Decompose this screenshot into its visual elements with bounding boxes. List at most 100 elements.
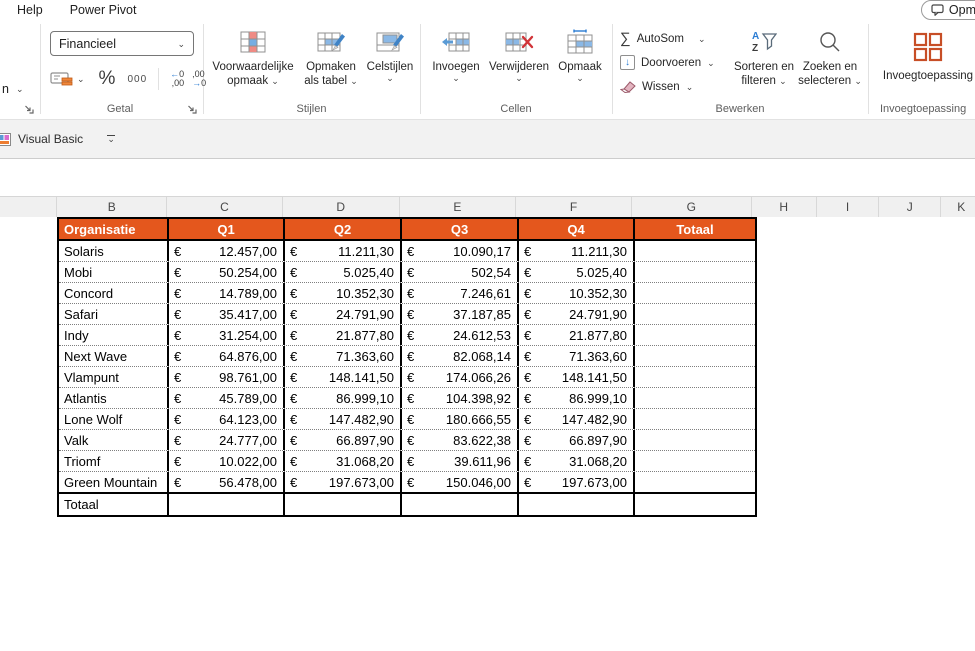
column-header-K[interactable]: K [941,197,975,217]
visual-basic-button[interactable]: Visual Basic [18,132,83,146]
cell-totaal[interactable] [635,388,755,408]
table-header-q2[interactable]: Q2 [285,219,402,239]
footer-cell[interactable] [285,494,402,515]
cell-q4[interactable]: €66.897,90 [519,430,635,450]
cell-q3[interactable]: €502,54 [402,262,519,282]
table-header-q4[interactable]: Q4 [519,219,635,239]
cell-q3[interactable]: €7.246,61 [402,283,519,303]
cell-totaal[interactable] [635,451,755,471]
getal-dialog-launcher-icon[interactable] [187,104,197,114]
cell-q1[interactable]: €45.789,00 [169,388,285,408]
cell-q3[interactable]: €39.611,96 [402,451,519,471]
cell-organisatie[interactable]: Indy [59,325,169,345]
cell-q4[interactable]: €147.482,90 [519,409,635,429]
cell-q1[interactable]: €31.254,00 [169,325,285,345]
cell-q2[interactable]: €11.211,30 [285,241,402,261]
find-select-button[interactable]: Zoeken en selecteren ⌄ [796,27,864,88]
increase-decimal-button[interactable]: ←0 ,00 [170,70,184,88]
cell-organisatie[interactable]: Concord [59,283,169,303]
footer-cell[interactable] [402,494,519,515]
column-header-G[interactable]: G [632,197,752,217]
footer-cell[interactable] [519,494,635,515]
cell-q1[interactable]: €98.761,00 [169,367,285,387]
delete-cells-button[interactable]: Verwijderen ⌄ [488,27,550,82]
cell-organisatie[interactable]: Green Mountain [59,472,169,492]
column-header-H[interactable]: H [752,197,817,217]
footer-cell[interactable] [635,494,755,515]
cell-q2[interactable]: €31.068,20 [285,451,402,471]
comments-button[interactable]: Opm [921,0,975,20]
cell-q4[interactable]: €71.363,60 [519,346,635,366]
cell-q3[interactable]: €83.622,38 [402,430,519,450]
sort-filter-button[interactable]: A Z Sorteren en filteren ⌄ [733,27,795,88]
number-format-dropdown[interactable]: Financieel ⌄ [50,31,194,56]
cell-totaal[interactable] [635,325,755,345]
cell-q1[interactable]: €50.254,00 [169,262,285,282]
cell-organisatie[interactable]: Solaris [59,241,169,261]
cell-organisatie[interactable]: Safari [59,304,169,324]
cell-totaal[interactable] [635,430,755,450]
cell-q2[interactable]: €71.363,60 [285,346,402,366]
table-header-q1[interactable]: Q1 [169,219,285,239]
cell-organisatie[interactable]: Vlampunt [59,367,169,387]
cell-q2[interactable]: €66.897,90 [285,430,402,450]
cell-q1[interactable]: €35.417,00 [169,304,285,324]
cell-q3[interactable]: €37.187,85 [402,304,519,324]
cell-q4[interactable]: €31.068,20 [519,451,635,471]
cell-q3[interactable]: €180.666,55 [402,409,519,429]
cell-q2[interactable]: €86.999,10 [285,388,402,408]
menu-tab-power-pivot[interactable]: Power Pivot [70,3,137,17]
cell-q3[interactable]: €10.090,17 [402,241,519,261]
table-header-totaal[interactable]: Totaal [635,219,755,239]
cell-q4[interactable]: €24.791,90 [519,304,635,324]
table-header-q3[interactable]: Q3 [402,219,519,239]
fill-button[interactable]: ↓ Doorvoeren ⌄ [620,55,715,70]
cell-q2[interactable]: €197.673,00 [285,472,402,492]
column-header-F[interactable]: F [516,197,632,217]
cell-organisatie[interactable]: Lone Wolf [59,409,169,429]
cell-organisatie[interactable]: Next Wave [59,346,169,366]
alignment-dialog-launcher-icon[interactable] [24,104,34,114]
cell-q2[interactable]: €5.025,40 [285,262,402,282]
cell-q1[interactable]: €64.876,00 [169,346,285,366]
column-header-D[interactable]: D [283,197,400,217]
cell-q1[interactable]: €10.022,00 [169,451,285,471]
clear-button[interactable]: Wissen ⌄ [620,80,693,93]
cell-organisatie[interactable]: Valk [59,430,169,450]
merge-control-truncated[interactable]: n ⌄ [2,82,24,96]
accounting-format-button[interactable]: ⌄ [50,70,85,88]
column-header-E[interactable]: E [400,197,517,217]
insert-cells-button[interactable]: Invoegen ⌄ [426,27,486,82]
format-as-table-button[interactable]: Opmaken als tabel ⌄ [300,27,362,88]
cell-totaal[interactable] [635,241,755,261]
cell-q1[interactable]: €14.789,00 [169,283,285,303]
cell-organisatie[interactable]: Atlantis [59,388,169,408]
cell-totaal[interactable] [635,262,755,282]
column-header-J[interactable]: J [879,197,941,217]
cell-q2[interactable]: €24.791,90 [285,304,402,324]
cell-totaal[interactable] [635,472,755,492]
header-corner-cell[interactable] [0,197,57,217]
cell-q1[interactable]: €56.478,00 [169,472,285,492]
cell-q2[interactable]: €147.482,90 [285,409,402,429]
cell-q2[interactable]: €21.877,80 [285,325,402,345]
menu-tab-help[interactable]: Help [17,3,43,17]
cell-q4[interactable]: €86.999,10 [519,388,635,408]
format-cells-button[interactable]: Opmaak ⌄ [552,27,608,82]
cell-q4[interactable]: €5.025,40 [519,262,635,282]
cell-q3[interactable]: €24.612,53 [402,325,519,345]
cell-q4[interactable]: €11.211,30 [519,241,635,261]
column-header-B[interactable]: B [57,197,167,217]
cell-q1[interactable]: €24.777,00 [169,430,285,450]
cell-organisatie[interactable]: Triomf [59,451,169,471]
cell-totaal[interactable] [635,409,755,429]
comma-style-button[interactable]: 000 [127,74,147,85]
cell-q4[interactable]: €197.673,00 [519,472,635,492]
toolbar-collapse-icon[interactable]: ⌄ [107,135,115,143]
cell-totaal[interactable] [635,346,755,366]
cell-q3[interactable]: €150.046,00 [402,472,519,492]
column-header-I[interactable]: I [817,197,879,217]
cell-styles-button[interactable]: Celstijlen ⌄ [362,27,418,82]
cell-q4[interactable]: €10.352,30 [519,283,635,303]
cell-q3[interactable]: €104.398,92 [402,388,519,408]
